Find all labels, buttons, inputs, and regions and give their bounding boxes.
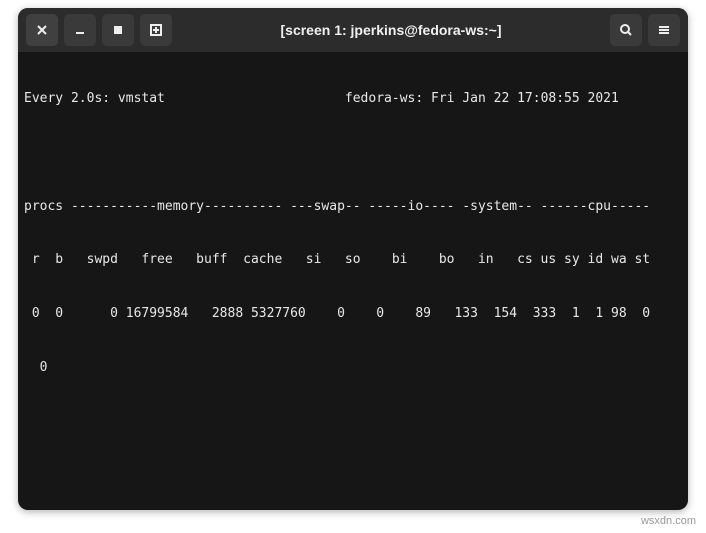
blank-line — [18, 413, 688, 431]
maximize-button[interactable] — [102, 14, 134, 46]
blank-line — [18, 144, 688, 162]
vmstat-cols: r b swpd free buff cache si so bi bo in … — [18, 251, 688, 269]
watch-right: fedora-ws: Fri Jan 22 17:08:55 2021 — [345, 91, 619, 106]
minimize-icon — [73, 23, 87, 37]
close-button[interactable] — [26, 14, 58, 46]
new-tab-button[interactable] — [140, 14, 172, 46]
terminal-content[interactable]: Every 2.0s: vmstat fedora-ws: Fri Jan 22… — [18, 52, 688, 510]
window-title: [screen 1: jperkins@fedora-ws:~] — [178, 22, 604, 38]
menu-button[interactable] — [648, 14, 680, 46]
vmstat-row: 0 0 0 16799584 2888 5327760 0 0 89 133 1… — [18, 305, 688, 323]
minimize-button[interactable] — [64, 14, 96, 46]
hamburger-icon — [657, 23, 671, 37]
blank-line — [18, 467, 688, 485]
new-tab-icon — [149, 23, 163, 37]
maximize-icon — [111, 23, 125, 37]
terminal-window: [screen 1: jperkins@fedora-ws:~] Every 2… — [18, 8, 688, 510]
search-icon — [619, 23, 633, 37]
watch-left: Every 2.0s: vmstat — [24, 91, 165, 106]
search-button[interactable] — [610, 14, 642, 46]
watermark: wsxdn.com — [641, 515, 696, 527]
titlebar: [screen 1: jperkins@fedora-ws:~] — [18, 8, 688, 52]
vmstat-groups: procs -----------memory---------- ---swa… — [18, 198, 688, 216]
watch-header: Every 2.0s: vmstat fedora-ws: Fri Jan 22… — [18, 90, 688, 108]
close-icon — [35, 23, 49, 37]
vmstat-row-wrap: 0 — [18, 359, 688, 377]
